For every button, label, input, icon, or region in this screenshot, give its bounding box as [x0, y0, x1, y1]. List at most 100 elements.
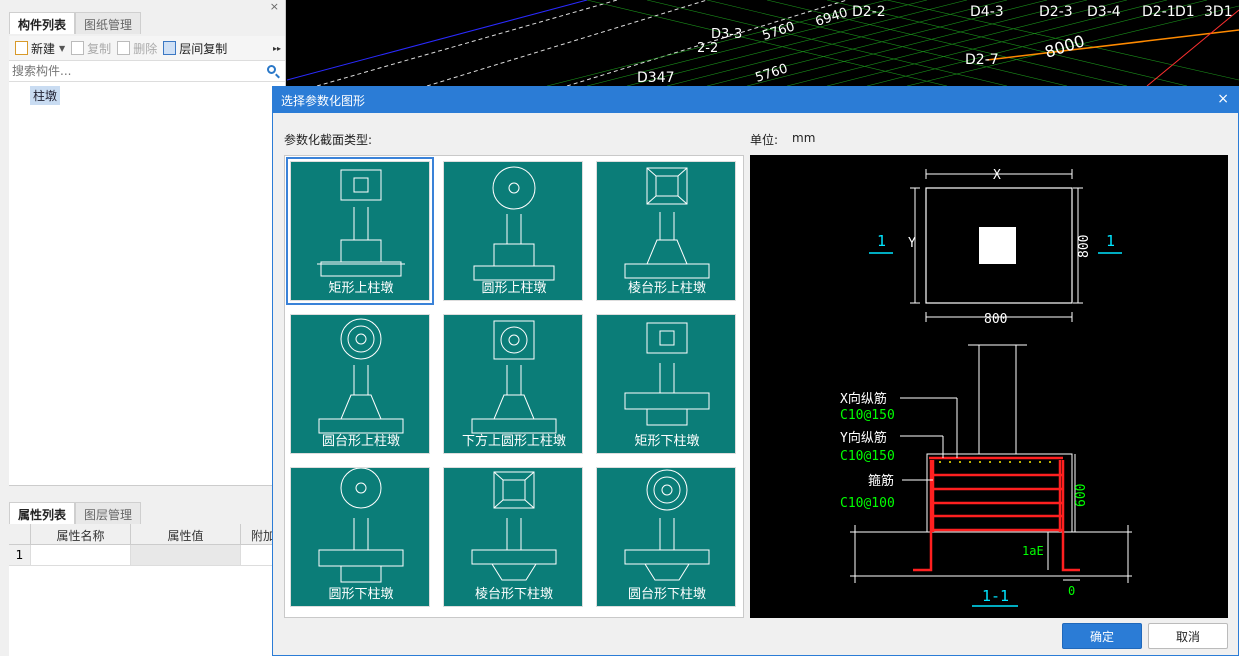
cad-label: D2-7	[965, 52, 999, 68]
search-row	[9, 60, 285, 82]
dim-x-label: X	[993, 168, 1001, 183]
copy-button[interactable]: 复制	[71, 40, 111, 57]
stirrup-value: C10@100	[840, 496, 895, 511]
shape-tile[interactable]: 圆台形下柱墩	[596, 467, 736, 607]
new-icon	[15, 41, 28, 55]
panel-close-icon[interactable]: ×	[270, 0, 279, 13]
section-type-label: 参数化截面类型:	[284, 133, 373, 147]
component-toolbar: 新建 ▼ 复制 删除 层间复制 ▸▸	[9, 36, 285, 60]
cad-label: D4-3	[970, 4, 1004, 20]
shape-tile[interactable]: 圆形下柱墩	[290, 467, 430, 607]
cad-canvas[interactable]: D2-2 D4-3 D2-3 D2-1 2-2 D3-3 D3-4 3D1 D1…	[287, 0, 1239, 86]
select-parametric-shape-dialog: 选择参数化图形 × 参数化截面类型: 单位: mm 矩形上柱墩 圆形上柱墩 棱台…	[272, 86, 1239, 656]
header-property-name: 属性名称	[31, 524, 131, 544]
chevron-down-icon[interactable]: ▼	[59, 44, 65, 53]
app-root: D2-2 D4-3 D2-3 D2-1 2-2 D3-3 D3-4 3D1 D1…	[0, 0, 1239, 656]
cad-label: 2-2	[697, 41, 718, 56]
copy-label: 复制	[87, 41, 112, 56]
section-mark-right: 1	[1106, 232, 1115, 250]
floor-copy-label: 层间复制	[179, 41, 228, 56]
search-icon[interactable]	[267, 65, 276, 74]
search-input[interactable]	[9, 61, 249, 81]
shape-tile[interactable]: 圆台形上柱墩	[290, 314, 430, 454]
cad-label: D3-3	[711, 27, 742, 42]
header-property-value: 属性值	[131, 524, 241, 544]
unit-label: 单位:	[750, 133, 779, 147]
component-tree: 柱墩	[9, 82, 285, 486]
property-tabbar: 属性列表 图层管理	[9, 502, 142, 524]
tab-layer-management[interactable]: 图层管理	[75, 502, 142, 524]
anchor-label: 1aE	[1022, 544, 1044, 558]
new-label: 新建	[31, 41, 56, 56]
tab-component-list[interactable]: 构件列表	[9, 12, 76, 34]
tab-drawing-management[interactable]: 图纸管理	[75, 12, 142, 34]
table-row[interactable]: 1	[9, 545, 285, 566]
property-table-header: 属性名称 属性值 附加	[9, 524, 285, 545]
x-rebar-value: C10@150	[840, 408, 895, 423]
rebar-dots	[939, 461, 1051, 463]
shape-tile[interactable]: 矩形下柱墩	[596, 314, 736, 454]
cad-label: 5760	[754, 61, 790, 85]
shape-tile[interactable]: 棱台形上柱墩	[596, 161, 736, 301]
unit-value: mm	[792, 131, 816, 145]
property-value-cell[interactable]	[131, 545, 241, 565]
dim-width-label: 800	[984, 312, 1007, 327]
tree-item-pier[interactable]: 柱墩	[30, 86, 61, 105]
shape-label: 棱台形上柱墩	[627, 281, 706, 296]
dialog-title: 选择参数化图形	[281, 94, 366, 108]
property-table: 属性名称 属性值 附加 1	[9, 524, 285, 566]
shape-grid: 矩形上柱墩 圆形上柱墩 棱台形上柱墩 圆台形上柱墩 下方上圆形上柱墩 矩形下柱墩…	[284, 155, 744, 618]
cad-label: D2-2	[852, 4, 886, 20]
section-mark-left: 1	[877, 232, 886, 250]
section-title: 1-1	[982, 587, 1009, 605]
dialog-titlebar: 选择参数化图形 ×	[273, 87, 1238, 113]
cancel-button[interactable]: 取消	[1148, 623, 1228, 649]
tab-property-list[interactable]: 属性列表	[9, 502, 76, 524]
dim-y-label: Y	[908, 236, 916, 251]
zero-label: 0	[1068, 584, 1075, 598]
pier-section-outline	[926, 453, 1073, 533]
stirrup-label: 箍筋	[868, 473, 894, 489]
shape-tile[interactable]: 矩形上柱墩	[286, 157, 434, 305]
shape-label: 矩形上柱墩	[328, 281, 394, 296]
cad-label: D2-1	[1142, 4, 1176, 20]
y-rebar-label: Y向纵筋	[840, 430, 887, 446]
cad-label: 6940	[814, 5, 850, 29]
component-tabbar: 构件列表 图纸管理	[9, 12, 142, 34]
close-icon[interactable]: ×	[1217, 91, 1229, 107]
shape-label: 棱台形下柱墩	[474, 587, 553, 602]
delete-label: 删除	[133, 41, 158, 56]
toolbar-more-icon[interactable]: ▸▸	[273, 44, 281, 53]
copy-icon	[71, 41, 85, 55]
shape-tile[interactable]: 下方上圆形上柱墩	[443, 314, 583, 454]
x-rebar-label: X向纵筋	[840, 391, 887, 407]
component-panel: × 构件列表 图纸管理 新建 ▼ 复制 删除 层间复制 ▸▸ 搜索构件... 柱…	[0, 0, 286, 656]
shape-label: 矩形下柱墩	[634, 434, 700, 449]
floor-copy-button[interactable]: 层间复制	[163, 40, 227, 57]
property-name-cell[interactable]	[31, 545, 131, 565]
shape-label: 圆台形下柱墩	[627, 587, 706, 602]
cad-label: D347	[637, 70, 675, 86]
y-rebar-value: C10@150	[840, 449, 895, 464]
cad-label: 8000	[1042, 31, 1087, 62]
cad-drawing: D2-2 D4-3 D2-3 D2-1 2-2 D3-3 D3-4 3D1 D1…	[287, 0, 1239, 86]
dim-depth-label: 600	[1074, 484, 1089, 507]
delete-button[interactable]: 删除	[117, 40, 157, 57]
shape-tile[interactable]: 棱台形下柱墩	[443, 467, 583, 607]
cad-label: 5760	[761, 19, 797, 43]
preview-drawing: X Y 800 800 1 1 600 X向纵筋 C10@150 Y向纵筋 C1…	[840, 168, 1132, 607]
shape-label: 下方上圆形上柱墩	[461, 434, 566, 449]
new-button[interactable]: 新建 ▼	[15, 40, 65, 57]
shape-label: 圆形上柱墩	[481, 281, 547, 296]
delete-icon	[117, 41, 131, 55]
rebar-drawing	[913, 456, 1080, 572]
shape-preview: X Y 800 800 1 1 600 X向纵筋 C10@150 Y向纵筋 C1…	[750, 155, 1228, 618]
shape-label: 圆形下柱墩	[328, 587, 394, 602]
floor-copy-icon	[163, 41, 177, 55]
dim-height-label: 800	[1077, 235, 1092, 258]
cad-label: 3D1	[1204, 4, 1233, 20]
shape-tile[interactable]: 圆形上柱墩	[443, 161, 583, 301]
cad-label: D3-4	[1087, 4, 1121, 20]
cad-label: D1	[1175, 4, 1195, 20]
ok-button[interactable]: 确定	[1062, 623, 1142, 649]
